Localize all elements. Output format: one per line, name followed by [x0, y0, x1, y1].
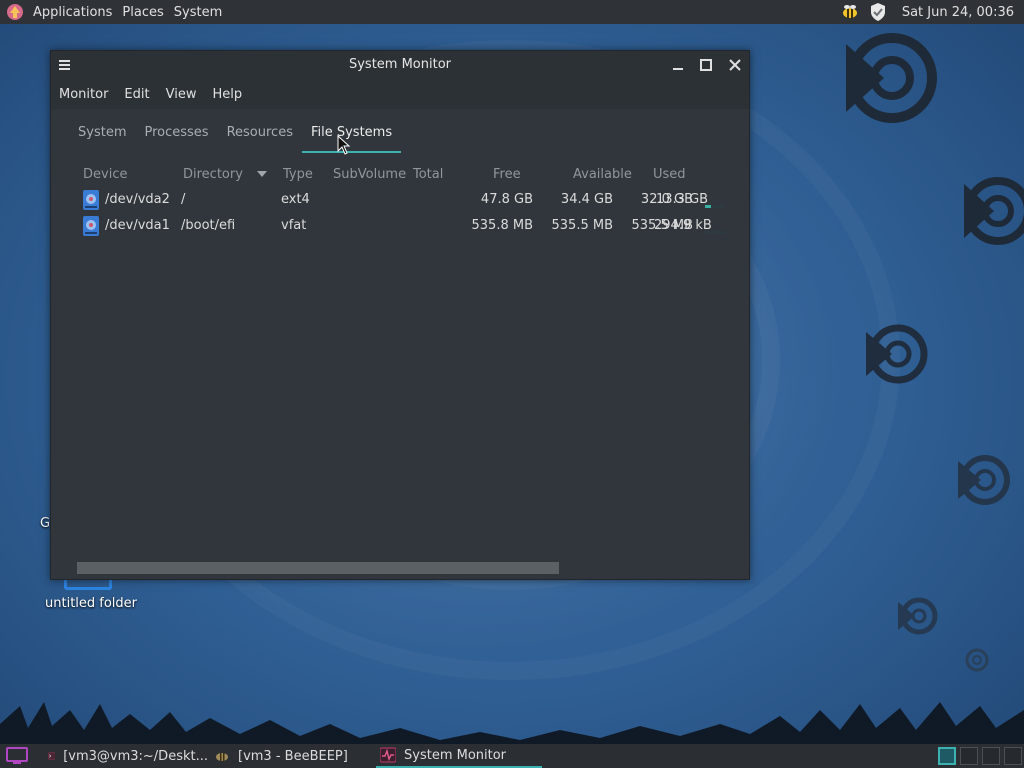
cell-device: /dev/vda1 [105, 218, 170, 233]
file-systems-table: Device Directory Type SubVolume Total Fr… [77, 161, 737, 239]
maximize-icon[interactable] [697, 56, 715, 74]
cell-directory: / [181, 192, 186, 207]
cell-total: 535.8 MB [471, 218, 533, 233]
desktop-icon-label[interactable]: untitled folder [45, 596, 137, 611]
window-titlebar[interactable]: System Monitor [51, 51, 749, 79]
terminal-icon [48, 752, 56, 760]
wallpaper-grass [0, 702, 1024, 744]
column-header-total[interactable]: Total [413, 167, 443, 182]
tab-file-systems[interactable]: File Systems [301, 117, 402, 153]
tab-resources[interactable]: Resources [218, 117, 302, 153]
applications-menu-icon[interactable] [6, 3, 24, 21]
horizontal-scrollbar[interactable] [77, 562, 559, 574]
window-content: System Processes Resources File Systems … [51, 109, 749, 579]
workspace-3[interactable] [982, 747, 1000, 765]
sort-descending-icon[interactable] [257, 171, 267, 177]
used-bar [705, 205, 725, 208]
used-bar [705, 231, 725, 234]
taskbar: [vm3@vm3:~/Deskt... [vm3 - BeeBEEP] Syst… [0, 744, 1024, 768]
taskbar-item-label: [vm3 - BeeBEEP] [238, 748, 348, 764]
menu-view[interactable]: View [158, 87, 205, 102]
wallpaper-logo [898, 597, 938, 635]
column-header-subvolume[interactable]: SubVolume [333, 167, 406, 182]
hard-drive-icon [83, 190, 99, 210]
table-header: Device Directory Type SubVolume Total Fr… [77, 161, 737, 187]
taskbar-item-label: [vm3@vm3:~/Deskt... [63, 748, 208, 764]
column-header-free[interactable]: Free [493, 167, 521, 182]
tab-processes[interactable]: Processes [135, 117, 217, 153]
column-header-used[interactable]: Used [653, 167, 686, 182]
workspace-4[interactable] [1004, 747, 1022, 765]
top-panel: Applications Places System Sat Jun 24, 0… [0, 0, 1024, 24]
column-header-type[interactable]: Type [283, 167, 313, 182]
table-row[interactable]: /dev/vda2 / ext4 47.8 GB 34.4 GB 32.0 GB… [77, 187, 737, 213]
system-monitor-window: System Monitor Monitor Edit View Help Sy… [50, 50, 750, 580]
wallpaper-logo [846, 33, 937, 123]
cell-used: 13.3 GB [656, 192, 709, 207]
tab-bar: System Processes Resources File Systems [69, 117, 402, 153]
mouse-cursor-icon [337, 135, 351, 155]
cell-free: 535.5 MB [551, 218, 613, 233]
column-header-directory[interactable]: Directory [183, 167, 243, 182]
clock[interactable]: Sat Jun 24, 00:36 [902, 5, 1014, 20]
menu-edit[interactable]: Edit [116, 87, 157, 102]
cell-device: /dev/vda2 [105, 192, 170, 207]
taskbar-item-terminal[interactable]: [vm3@vm3:~/Deskt... [48, 744, 208, 768]
shield-icon[interactable] [868, 2, 888, 22]
wallpaper-logo [964, 177, 1024, 245]
column-header-available[interactable]: Available [573, 167, 632, 182]
hard-drive-icon [83, 216, 99, 236]
desktop-icon-label-partial[interactable]: G [40, 516, 50, 531]
taskbar-item-beebeep[interactable]: [vm3 - BeeBEEP] [214, 744, 364, 768]
menubar: Monitor Edit View Help [51, 81, 749, 107]
window-title: System Monitor [348, 57, 452, 72]
close-icon[interactable] [726, 56, 744, 74]
system-monitor-icon [380, 747, 396, 763]
workspace-2[interactable] [960, 747, 978, 765]
taskbar-item-system-monitor[interactable]: System Monitor [376, 744, 542, 768]
show-desktop-icon[interactable] [6, 747, 28, 765]
taskbar-item-label: System Monitor [404, 747, 507, 763]
cell-total: 47.8 GB [480, 192, 533, 207]
system-menu[interactable]: System [169, 5, 227, 20]
cell-type: vfat [281, 218, 307, 233]
cell-free: 34.4 GB [560, 192, 613, 207]
wallpaper-logo [958, 455, 1010, 505]
tab-system[interactable]: System [69, 117, 135, 153]
wallpaper-logo [965, 648, 989, 672]
applications-menu[interactable]: Applications [28, 5, 117, 20]
bee-icon [216, 753, 228, 761]
cell-used: 294.9 kB [654, 218, 712, 233]
places-menu[interactable]: Places [117, 5, 168, 20]
menu-help[interactable]: Help [204, 87, 250, 102]
bee-icon[interactable] [840, 2, 860, 22]
menu-monitor[interactable]: Monitor [51, 87, 116, 102]
table-row[interactable]: /dev/vda1 /boot/efi vfat 535.8 MB 535.5 … [77, 213, 737, 239]
used-bar-fill [705, 205, 711, 208]
wallpaper-logo [866, 324, 928, 384]
system-tray: Sat Jun 24, 00:36 [840, 0, 1014, 24]
cell-directory: /boot/efi [181, 218, 236, 233]
cell-type: ext4 [281, 192, 310, 207]
workspace-1[interactable] [938, 747, 956, 765]
minimize-icon[interactable] [669, 56, 687, 74]
column-header-device[interactable]: Device [83, 167, 127, 182]
